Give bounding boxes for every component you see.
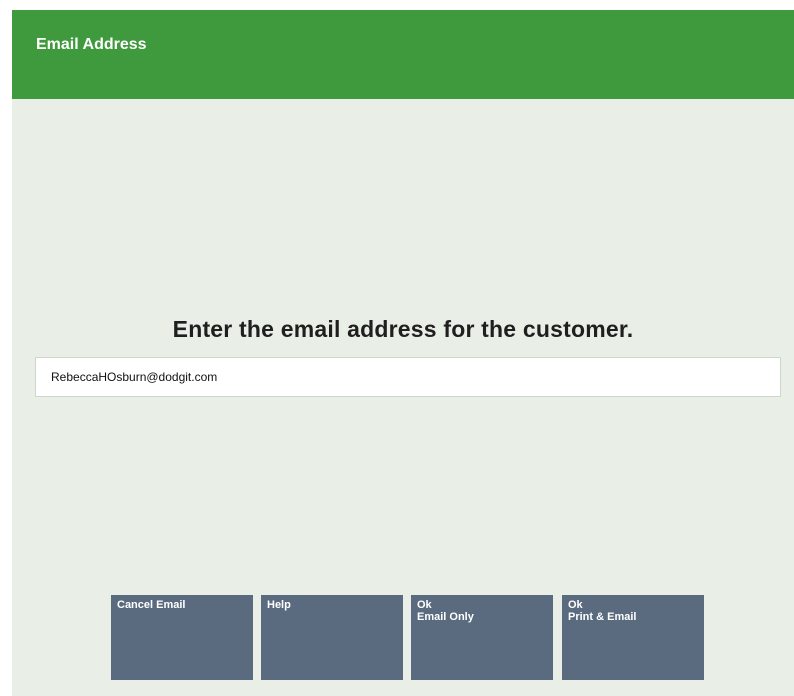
ok-email-only-label-line2: Email Only (417, 611, 474, 624)
ok-email-only-label-line1: Ok (417, 599, 432, 611)
cancel-email-button[interactable]: Cancel Email (111, 595, 253, 680)
cancel-email-label: Cancel Email (117, 599, 186, 611)
dialog-header: Email Address (12, 10, 794, 99)
dialog-title: Email Address (36, 36, 147, 53)
help-label: Help (267, 599, 291, 611)
email-address-dialog: Email Address Enter the email address fo… (12, 10, 794, 696)
help-button[interactable]: Help (261, 595, 403, 680)
ok-email-only-button[interactable]: Ok Email Only (411, 595, 553, 680)
ok-print-email-label-line2: Print & Email (568, 611, 637, 624)
ok-print-email-button[interactable]: Ok Print & Email (562, 595, 704, 680)
email-input[interactable] (35, 357, 781, 397)
ok-print-email-label-line1: Ok (568, 599, 583, 611)
email-prompt: Enter the email address for the customer… (172, 316, 634, 342)
